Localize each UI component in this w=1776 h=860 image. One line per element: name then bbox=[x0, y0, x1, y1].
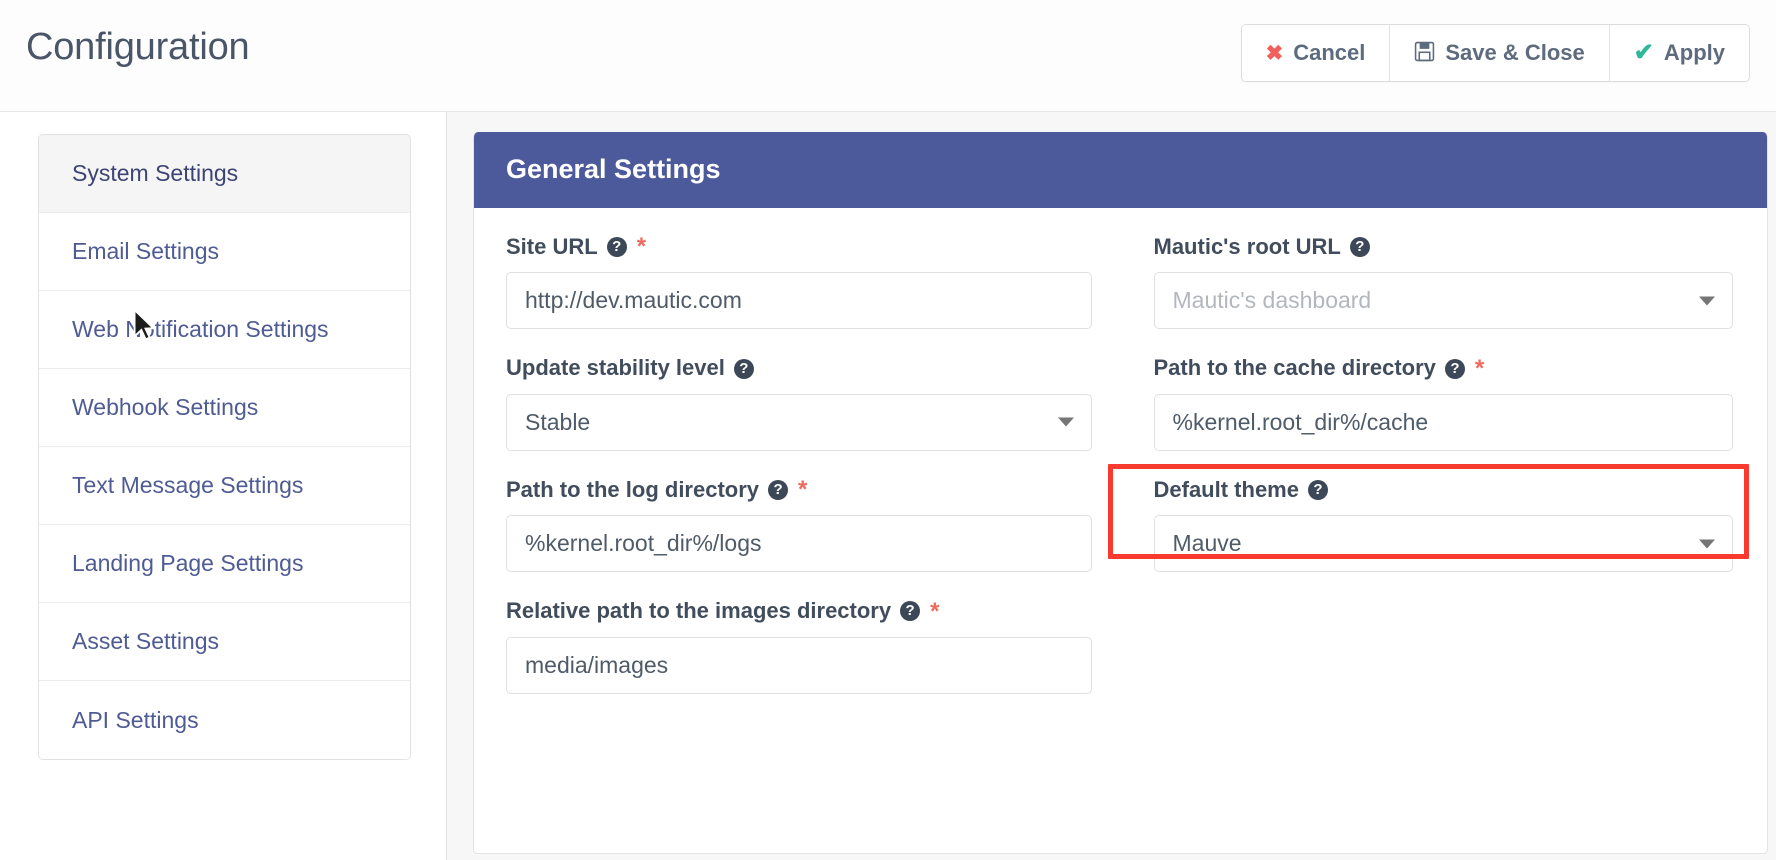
settings-sidebar: System Settings Email Settings Web Notif… bbox=[0, 112, 447, 860]
log-path-label-text: Path to the log directory bbox=[506, 476, 760, 502]
page-title: Configuration bbox=[26, 26, 250, 68]
page-header-bar: Configuration ✖ Cancel Save & Close ✔ Ap… bbox=[0, 0, 1776, 112]
images-path-input[interactable]: media/images bbox=[506, 636, 1092, 694]
cache-path-input-value: %kernel.root_dir%/cache bbox=[1172, 408, 1429, 435]
default-theme-field: Default theme ? Mauve bbox=[1124, 477, 1742, 573]
chevron-down-icon bbox=[1057, 417, 1074, 427]
sidebar-item-landing-page-settings[interactable]: Landing Page Settings bbox=[39, 525, 410, 603]
root-url-label: Mautic's root URL ? bbox=[1154, 234, 1734, 260]
save-and-close-button[interactable]: Save & Close bbox=[1390, 25, 1610, 81]
help-icon[interactable]: ? bbox=[900, 601, 921, 622]
sidebar-item-text-message-settings[interactable]: Text Message Settings bbox=[39, 447, 410, 525]
site-url-input-value: http://dev.mautic.com bbox=[525, 287, 742, 314]
settings-main-area: General Settings Site URL ? * http://dev… bbox=[447, 112, 1776, 860]
root-url-select[interactable]: Mautic's dashboard bbox=[1153, 272, 1733, 330]
empty-slot bbox=[1124, 598, 1742, 693]
default-theme-label-text: Default theme bbox=[1153, 476, 1299, 502]
root-url-label-text: Mautic's root URL bbox=[1153, 234, 1341, 259]
images-path-label-text: Relative path to the images directory bbox=[506, 598, 892, 624]
site-url-label: Site URL ? * bbox=[506, 234, 1092, 260]
page-body: System Settings Email Settings Web Notif… bbox=[0, 112, 1776, 860]
site-url-label-text: Site URL bbox=[506, 234, 598, 259]
apply-button[interactable]: ✔ Apply bbox=[1609, 25, 1749, 81]
cache-path-field: Path to the cache directory ? * %kernel.… bbox=[1124, 355, 1742, 451]
general-settings-form: Site URL ? * http://dev.mautic.com Mauti… bbox=[474, 208, 1767, 720]
settings-nav-list: System Settings Email Settings Web Notif… bbox=[38, 134, 411, 760]
sidebar-item-label: API Settings bbox=[72, 706, 199, 733]
update-stability-label: Update stability level ? bbox=[506, 355, 1092, 381]
help-icon[interactable]: ? bbox=[733, 358, 754, 379]
required-asterisk: * bbox=[798, 476, 808, 504]
sidebar-item-webhook-settings[interactable]: Webhook Settings bbox=[39, 369, 410, 447]
sidebar-item-label: Webhook Settings bbox=[72, 394, 259, 420]
panel-title: General Settings bbox=[474, 132, 1767, 208]
chevron-down-icon bbox=[1699, 539, 1715, 549]
root-url-field: Mautic's root URL ? Mautic's dashboard bbox=[1124, 234, 1742, 330]
sidebar-item-api-settings[interactable]: API Settings bbox=[39, 681, 410, 759]
cache-path-input[interactable]: %kernel.root_dir%/cache bbox=[1153, 393, 1733, 451]
log-path-input-value: %kernel.root_dir%/logs bbox=[525, 530, 762, 557]
site-url-field: Site URL ? * http://dev.mautic.com bbox=[506, 234, 1124, 330]
sidebar-item-label: Asset Settings bbox=[72, 628, 220, 654]
header-action-buttons: ✖ Cancel Save & Close ✔ Apply bbox=[1240, 24, 1750, 82]
sidebar-item-email-settings[interactable]: Email Settings bbox=[39, 213, 410, 291]
sidebar-item-system-settings[interactable]: System Settings bbox=[39, 135, 410, 213]
site-url-input[interactable]: http://dev.mautic.com bbox=[506, 272, 1092, 330]
required-asterisk: * bbox=[1474, 354, 1485, 382]
sidebar-item-web-notification-settings[interactable]: Web Notification Settings bbox=[39, 291, 410, 369]
cache-path-label-text: Path to the cache directory bbox=[1153, 355, 1436, 381]
sidebar-item-label: System Settings bbox=[72, 160, 239, 186]
images-path-field: Relative path to the images directory ? … bbox=[506, 598, 1124, 694]
check-icon: ✔ bbox=[1633, 39, 1654, 66]
apply-button-label: Apply bbox=[1663, 40, 1725, 65]
required-asterisk: * bbox=[930, 597, 940, 625]
sidebar-item-label: Web Notification Settings bbox=[72, 316, 329, 342]
sidebar-item-asset-settings[interactable]: Asset Settings bbox=[39, 603, 410, 681]
general-settings-panel: General Settings Site URL ? * http://dev… bbox=[473, 132, 1768, 854]
save-and-close-button-label: Save & Close bbox=[1445, 40, 1585, 65]
help-icon[interactable]: ? bbox=[768, 479, 789, 500]
sidebar-item-label: Text Message Settings bbox=[72, 472, 304, 498]
update-stability-label-text: Update stability level bbox=[506, 355, 725, 381]
log-path-field: Path to the log directory ? * %kernel.ro… bbox=[506, 477, 1124, 573]
cache-path-label: Path to the cache directory ? * bbox=[1154, 355, 1734, 381]
help-icon[interactable]: ? bbox=[606, 237, 627, 258]
log-path-input[interactable]: %kernel.root_dir%/logs bbox=[506, 515, 1092, 573]
required-asterisk: * bbox=[636, 233, 647, 261]
images-path-input-value: media/images bbox=[525, 651, 669, 678]
help-icon[interactable]: ? bbox=[1307, 479, 1328, 500]
help-icon[interactable]: ? bbox=[1444, 358, 1465, 379]
sidebar-item-label: Email Settings bbox=[72, 238, 220, 264]
log-path-label: Path to the log directory ? * bbox=[506, 477, 1092, 503]
close-icon: ✖ bbox=[1265, 41, 1284, 65]
cancel-button-label: Cancel bbox=[1293, 40, 1366, 65]
images-path-label: Relative path to the images directory ? … bbox=[506, 598, 1092, 624]
floppy-disk-icon bbox=[1414, 41, 1435, 66]
update-stability-field: Update stability level ? Stable bbox=[506, 355, 1124, 451]
cancel-button[interactable]: ✖ Cancel bbox=[1241, 25, 1391, 81]
sidebar-item-label: Landing Page Settings bbox=[72, 550, 304, 576]
default-theme-label: Default theme ? bbox=[1154, 477, 1734, 503]
help-icon[interactable]: ? bbox=[1349, 237, 1370, 258]
update-stability-select[interactable]: Stable bbox=[506, 393, 1092, 451]
default-theme-select-value: Mauve bbox=[1172, 530, 1242, 557]
update-stability-select-value: Stable bbox=[525, 408, 591, 435]
default-theme-select[interactable]: Mauve bbox=[1153, 515, 1733, 573]
root-url-select-value: Mautic's dashboard bbox=[1172, 287, 1372, 314]
chevron-down-icon bbox=[1699, 296, 1715, 306]
